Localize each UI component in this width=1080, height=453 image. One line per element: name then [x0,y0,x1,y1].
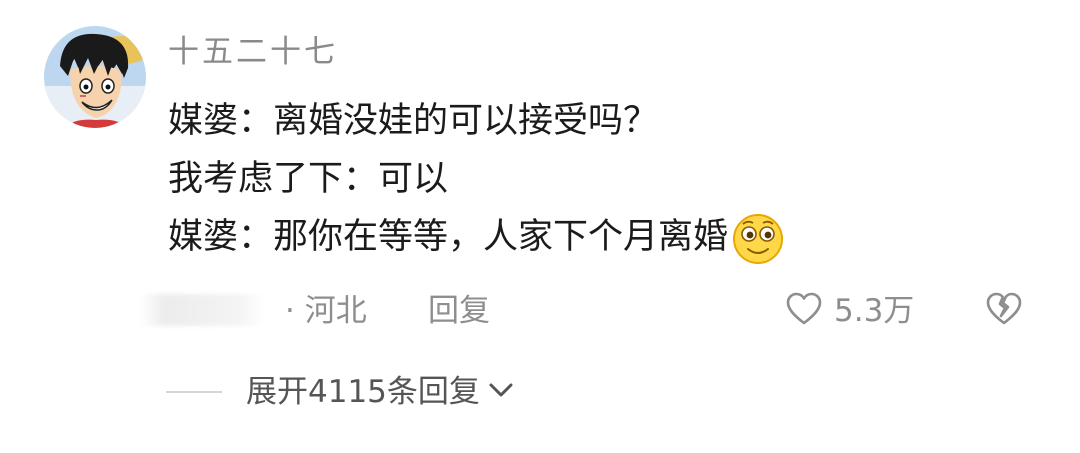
comment-item: 十五二十七 媒婆：离婚没娃的可以接受吗？ 我考虑了下：可以 媒婆：那你在等等，人… [0,0,1080,453]
comment-meta: · 河北 回复 5.3万 [140,288,1060,334]
broken-heart-icon [986,292,1022,330]
comment-line: 我考虑了下：可以 [168,150,1048,208]
avatar-image [44,26,146,128]
divider [166,391,222,393]
comment-line: 媒婆：离婚没娃的可以接受吗？ [168,92,1048,150]
dislike-button[interactable] [986,292,1022,330]
like-count: 5.3万 [834,293,915,329]
location-label: · 河北 [285,293,367,329]
expand-replies-label: 展开4115条回复 [246,374,480,410]
chevron-down-icon [488,381,514,403]
reply-button[interactable]: 回复 [428,288,490,334]
comment-line-text: 媒婆：离婚没娃的可以接受吗？ [168,101,659,141]
like-button[interactable]: 5.3万 [786,290,914,332]
expand-replies: 展开4115条回复 [166,368,514,416]
comment-line-text: 我考虑了下：可以 [168,159,449,199]
comment-line-text: 媒婆：那你在等等，人家下个月离婚 [168,217,729,257]
comment-text: 媒婆：离婚没娃的可以接受吗？ 我考虑了下：可以 媒婆：那你在等等，人家下个月离婚 [168,92,1048,266]
comment-line: 媒婆：那你在等等，人家下个月离婚 [168,208,1048,266]
blurred-timestamp [140,294,264,326]
username[interactable]: 十五二十七 [168,30,338,74]
smile-emoji-icon [730,209,786,265]
avatar[interactable] [44,26,146,128]
heart-outline-icon [786,292,822,330]
expand-replies-button[interactable]: 展开4115条回复 [246,368,514,416]
